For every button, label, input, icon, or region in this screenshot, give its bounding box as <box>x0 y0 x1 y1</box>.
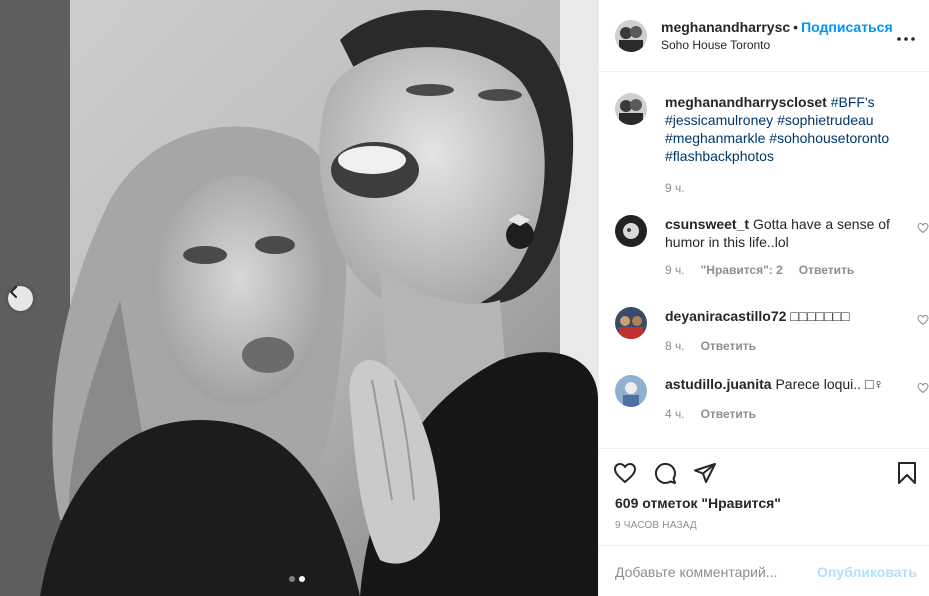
caption-text: meghanandharryscloset #BFF's #jessicamul… <box>665 93 905 165</box>
commenter-username[interactable]: deyaniracastillo72 <box>665 308 786 324</box>
reply-button[interactable]: Ответить <box>701 339 756 353</box>
caption-avatar[interactable] <box>615 93 647 125</box>
comment-text: Parece loqui.. □♀ <box>775 376 884 392</box>
post-header-text: meghanandharrysc • Подписаться Soho House … <box>661 18 893 54</box>
comment-item: deyaniracastillo72 □□□□□□□ 8 ч. Ответить <box>615 307 929 353</box>
post-caption: meghanandharryscloset #BFF's #jessicamul… <box>615 93 915 195</box>
post-view: meghanandharrysc • Подписаться Soho House … <box>0 0 929 596</box>
action-icons <box>613 461 717 488</box>
comment-button[interactable] <box>653 461 677 488</box>
avatar-image <box>615 93 647 125</box>
add-comment-form: Опубликовать <box>599 545 929 596</box>
post-time[interactable]: 9 часов назад <box>615 520 697 531</box>
reply-button[interactable]: Ответить <box>701 407 756 421</box>
bullet-separator: • <box>793 18 799 35</box>
hashtag-link[interactable]: #sophietrudeau <box>777 112 874 128</box>
comment-time[interactable]: 9 ч. <box>665 263 685 277</box>
commenter-username[interactable]: astudillo.juanita <box>665 376 772 392</box>
carousel-dot <box>289 576 295 582</box>
comment-item: csunsweet_t Gotta have a sense of humor … <box>615 215 929 277</box>
avatar-image <box>615 215 647 247</box>
follow-button[interactable]: Подписаться <box>801 19 893 35</box>
comment-like-button[interactable] <box>917 221 929 237</box>
heart-icon <box>614 463 636 483</box>
avatar-image <box>615 307 647 339</box>
hashtag-link[interactable]: #BFF's <box>831 94 875 110</box>
reply-button[interactable]: Ответить <box>799 263 854 277</box>
caption-username[interactable]: meghanandharryscloset <box>665 94 827 110</box>
comment-like-button[interactable] <box>917 381 929 397</box>
hashtag-link[interactable]: #flashbackphotos <box>665 148 774 164</box>
comment-item: astudillo.juanita Parece loqui.. □♀ 4 ч.… <box>615 375 929 421</box>
hashtag-link[interactable]: #meghanmarkle <box>665 130 765 146</box>
heart-icon <box>917 382 929 394</box>
comment-like-button[interactable] <box>917 313 929 329</box>
hashtag-link[interactable]: #sohohousetoronto <box>769 130 889 146</box>
commenter-avatar[interactable] <box>615 307 647 339</box>
chevron-left-icon <box>10 286 17 298</box>
carousel-indicator <box>289 576 305 582</box>
photo-illustration <box>0 0 598 596</box>
more-horizontal-icon <box>897 37 915 41</box>
avatar-image <box>615 19 647 52</box>
comment-time[interactable]: 4 ч. <box>665 407 685 421</box>
commenter-avatar[interactable] <box>615 375 647 407</box>
bookmark-icon <box>898 462 916 484</box>
carousel-prev-button[interactable] <box>8 286 33 311</box>
post-header: meghanandharrysc • Подписаться Soho House … <box>599 0 929 72</box>
more-options-button[interactable] <box>897 25 915 46</box>
like-button[interactable] <box>613 461 637 488</box>
comment-input[interactable] <box>615 563 818 580</box>
post-sidebar: meghanandharrysc • Подписаться Soho House … <box>598 0 929 596</box>
comment-text: □□□□□□□ <box>790 308 850 324</box>
author-username[interactable]: meghanandharrysc <box>661 19 790 35</box>
heart-icon <box>917 222 929 234</box>
post-location[interactable]: Soho House Toronto <box>661 36 893 54</box>
commenter-username[interactable]: csunsweet_t <box>665 216 749 232</box>
likes-count[interactable]: 609 отметок "Нравится" <box>615 495 781 511</box>
comment-time[interactable]: 8 ч. <box>665 339 685 353</box>
caption-time[interactable]: 9 ч. <box>665 181 685 195</box>
commenter-avatar[interactable] <box>615 215 647 247</box>
mention-link[interactable]: #jessicamulroney <box>665 112 773 128</box>
heart-icon <box>917 314 929 326</box>
post-photo[interactable] <box>0 0 598 596</box>
comment-likes[interactable]: "Нравится": 2 <box>701 263 783 277</box>
publish-button[interactable]: Опубликовать <box>817 564 917 580</box>
paper-plane-icon <box>694 463 716 483</box>
share-button[interactable] <box>693 461 717 488</box>
carousel-dot-active <box>299 576 305 582</box>
avatar-image <box>615 375 647 407</box>
comments-list[interactable]: meghanandharryscloset #BFF's #jessicamul… <box>599 72 929 448</box>
author-avatar[interactable] <box>615 19 647 52</box>
save-button[interactable] <box>895 461 919 488</box>
comment-bubble-icon <box>654 462 676 484</box>
post-actions: 609 отметок "Нравится" 9 часов назад Опу… <box>599 448 929 596</box>
